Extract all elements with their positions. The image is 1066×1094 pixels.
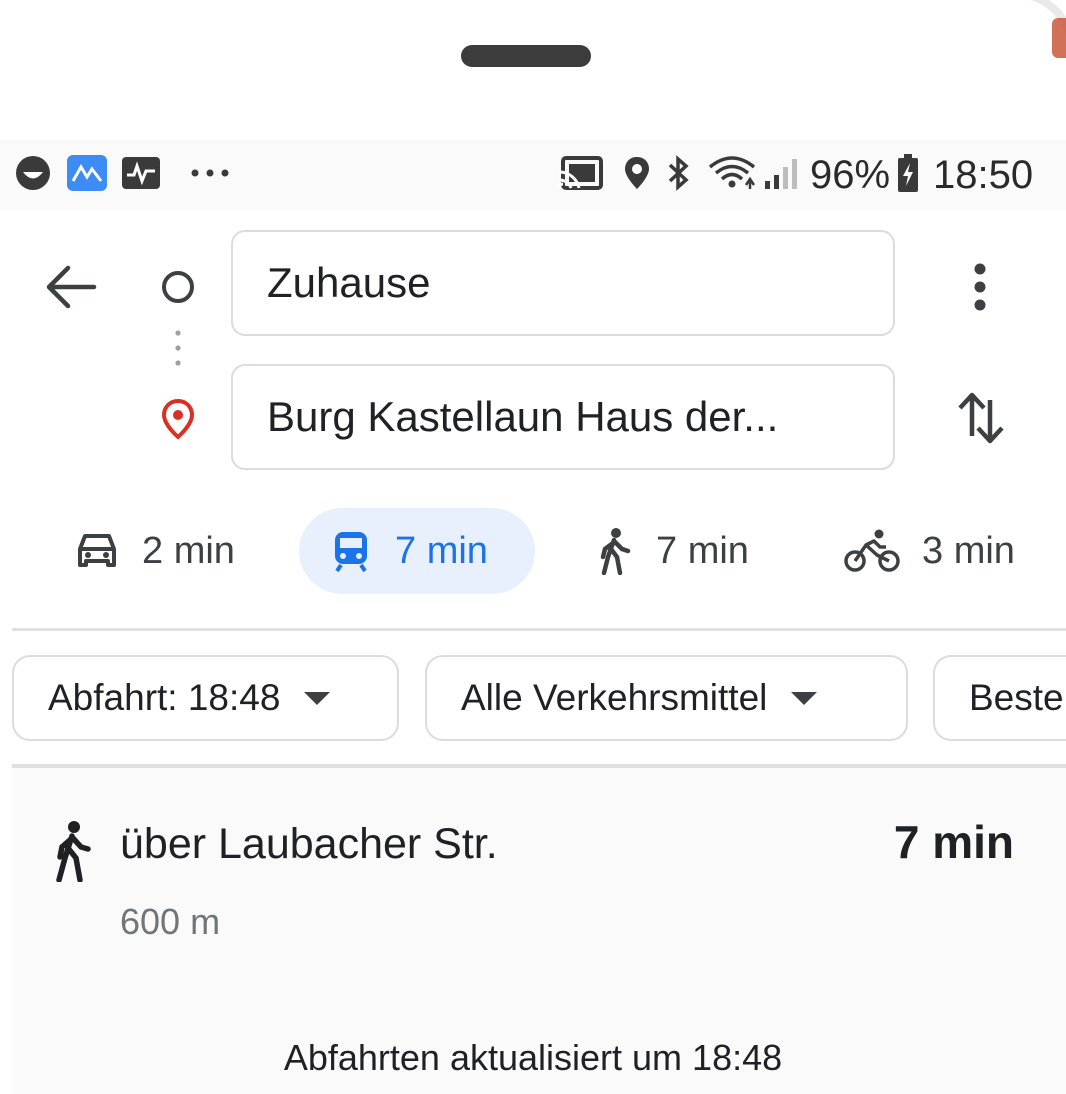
more-notifications-icon	[189, 155, 231, 191]
divider-modes	[12, 628, 1066, 631]
mode-cycling[interactable]: 3 min	[844, 508, 1015, 594]
mode-driving[interactable]: 2 min	[74, 508, 235, 594]
mode-transit[interactable]: 7 min	[299, 508, 535, 594]
route-duration: 7 min	[893, 816, 1014, 868]
best-route-label: Beste	[969, 677, 1064, 718]
departures-updated-text: Abfahrten aktualisiert um 18:48	[283, 1037, 783, 1078]
mode-cycling-label: 3 min	[922, 529, 1015, 572]
origin-circle-icon	[161, 270, 195, 304]
origin-input[interactable]: Zuhause	[231, 230, 895, 336]
train-icon	[335, 532, 367, 573]
mode-walking[interactable]: 7 min	[594, 508, 749, 594]
mode-driving-label: 2 min	[142, 529, 235, 572]
wifi-icon	[705, 155, 761, 191]
route-distance: 600 m	[120, 901, 221, 942]
app-mountain-icon	[66, 155, 108, 191]
clock: 18:50	[933, 153, 1034, 197]
route-title: über Laubacher Str.	[120, 820, 498, 868]
chevron-down-icon	[304, 691, 331, 705]
swap-directions-icon[interactable]	[954, 390, 1008, 446]
cast-icon	[556, 155, 606, 191]
mode-transit-label: 7 min	[395, 529, 488, 572]
destination-pin-icon	[160, 398, 196, 440]
car-icon	[78, 534, 116, 567]
departure-time-chip[interactable]: Abfahrt: 18:48	[12, 655, 399, 741]
walk-icon	[600, 528, 631, 575]
departure-time-label: Abfahrt: 18:48	[48, 677, 281, 718]
best-route-chip[interactable]: Beste	[933, 655, 1066, 741]
circle-face-icon	[14, 155, 52, 191]
location-icon	[622, 155, 652, 191]
battery-percent: 96%	[810, 153, 891, 197]
walk-icon	[50, 820, 94, 883]
drag-handle[interactable]	[461, 45, 591, 67]
transport-mode-label: Alle Verkehrsmittel	[461, 677, 768, 718]
map-edge-accent	[1052, 18, 1066, 58]
more-options-icon[interactable]	[965, 262, 995, 312]
bluetooth-icon	[664, 155, 692, 191]
destination-input[interactable]: Burg Kastellaun Haus der...	[231, 364, 895, 470]
battery-charging-icon	[896, 154, 920, 192]
chevron-down-icon	[791, 691, 818, 705]
back-button[interactable]	[44, 262, 98, 312]
route-dots-icon	[175, 330, 181, 376]
mode-walking-label: 7 min	[656, 529, 749, 572]
bike-icon	[844, 529, 900, 572]
signal-icon	[762, 155, 802, 191]
transport-mode-chip[interactable]: Alle Verkehrsmittel	[425, 655, 908, 741]
app-chart-icon	[121, 155, 161, 191]
